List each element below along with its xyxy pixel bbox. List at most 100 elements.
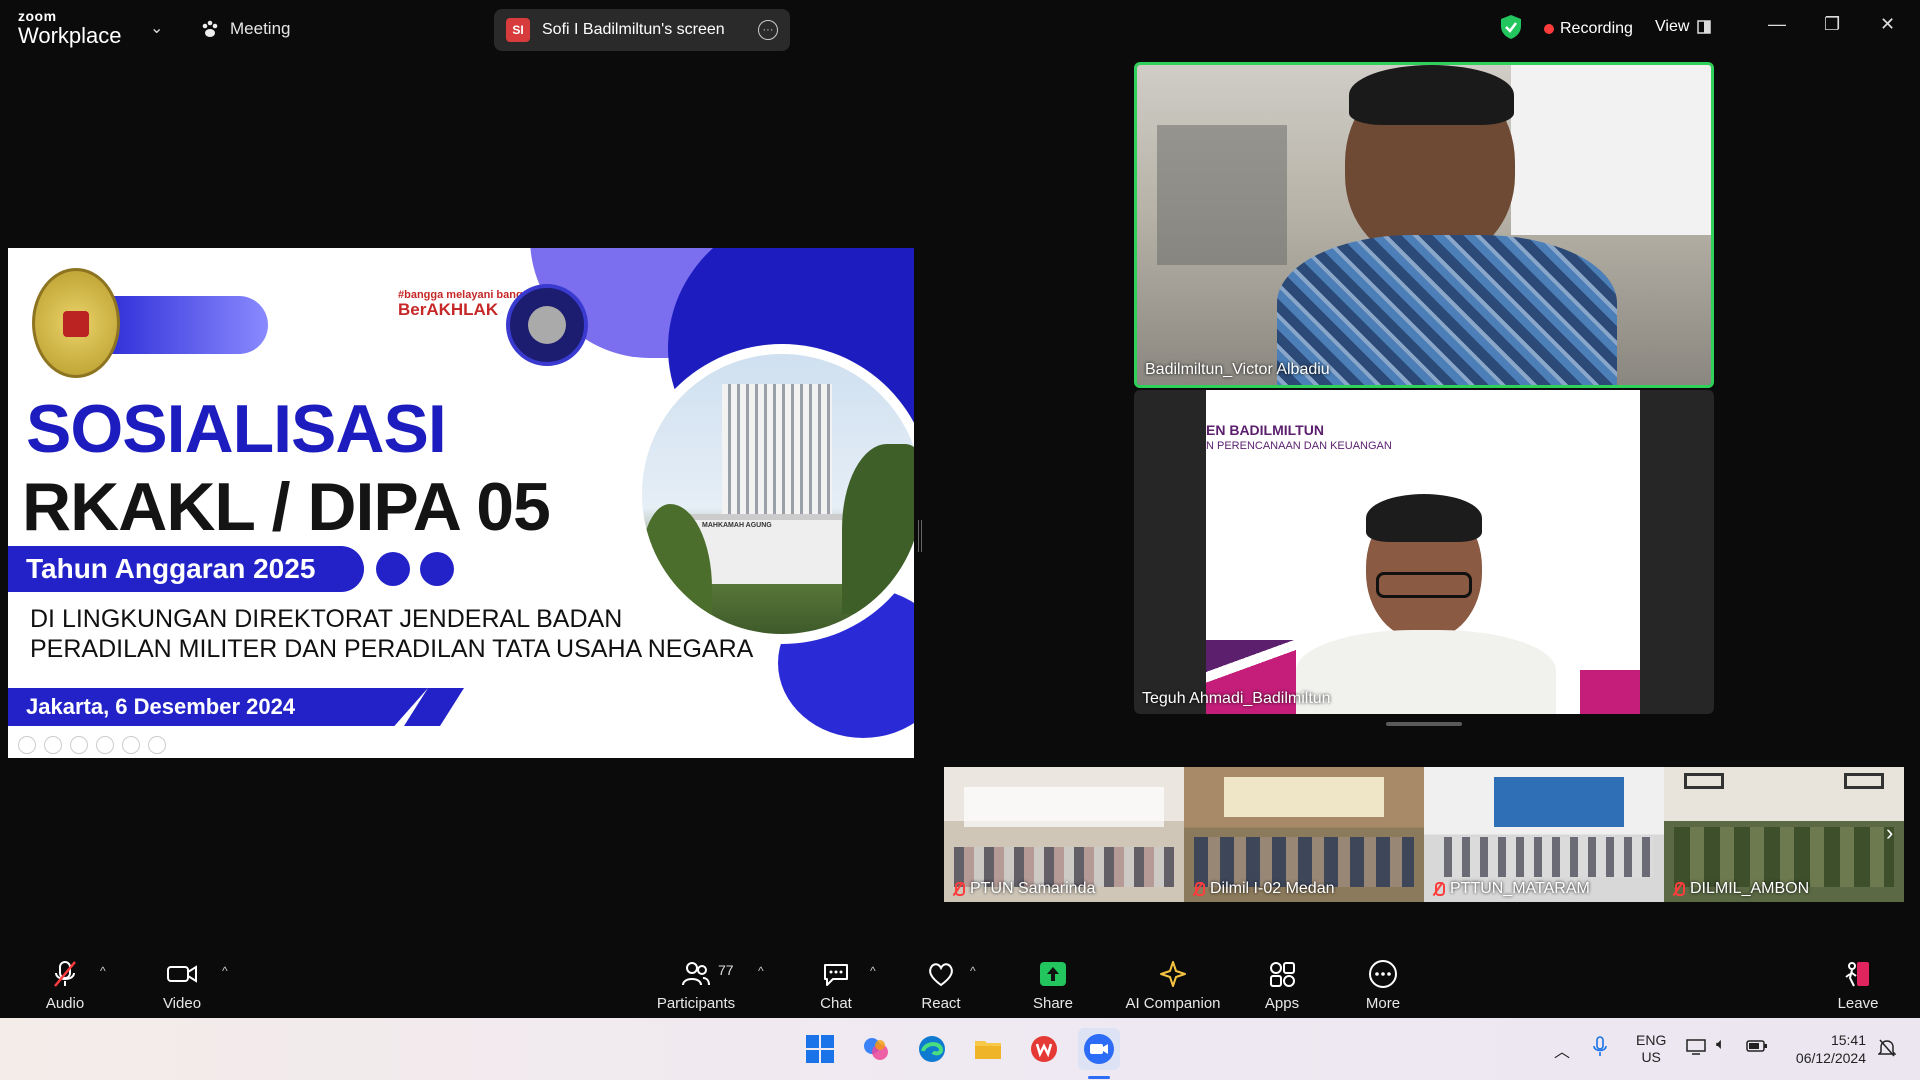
slide-date-banner: Jakarta, 6 Desember 2024	[8, 688, 428, 726]
slides-icon[interactable]	[96, 736, 114, 754]
background-text-line1: EN BADILMILTUN	[1206, 422, 1324, 438]
thumbnail-tile[interactable]: Dilmil I-02 Medan	[1184, 767, 1424, 902]
wps-office-icon[interactable]	[1026, 1031, 1062, 1067]
battery-icon[interactable]	[1746, 1038, 1768, 1057]
network-icon[interactable]	[1686, 1038, 1706, 1059]
file-explorer-icon[interactable]	[970, 1031, 1006, 1067]
more-dots-icon	[1369, 960, 1397, 988]
slide-title-line2: RKAKL / DIPA 05	[22, 469, 551, 545]
video-button[interactable]: Video	[154, 946, 210, 1018]
shared-screen-slide[interactable]: #bangga melayani bangsa BerAKHLAK MAHKAM…	[8, 248, 914, 758]
apps-label: Apps	[1264, 995, 1300, 1012]
meeting-label: Meeting	[230, 19, 291, 38]
thumbnail-name: Dilmil I-02 Medan	[1210, 880, 1335, 897]
participant-glasses	[1376, 572, 1472, 598]
thumbnail-tile[interactable]: DILMIL_AMBON	[1664, 767, 1904, 902]
speaker-hair	[1349, 65, 1514, 125]
react-button[interactable]: React	[918, 946, 964, 1018]
clock-time: 15:41	[1830, 1032, 1866, 1048]
tray-chevron-up-icon[interactable]: ︿	[1554, 1038, 1570, 1062]
close-icon[interactable]: ✕	[1880, 14, 1895, 35]
leave-button[interactable]: Leave	[1836, 946, 1880, 1018]
muted-mic-icon	[1432, 882, 1445, 896]
edge-browser-icon[interactable]	[914, 1031, 950, 1067]
split-resize-handle[interactable]	[918, 520, 922, 552]
windows-taskbar: ︿ ENG US 🔈︎ 15:41 06/12/2024	[0, 1018, 1920, 1080]
video-camera-icon	[167, 965, 197, 983]
sparkle-icon	[1160, 961, 1186, 987]
muted-mic-icon	[1192, 882, 1205, 896]
security-shield-icon[interactable]	[1500, 14, 1522, 40]
slide-subtitle: DI LINGKUNGAN DIREKTORAT JENDERAL BADAN …	[30, 604, 753, 664]
thumbnail-label: PTTUN_MATARAM	[1432, 880, 1590, 898]
language-indicator[interactable]: ENG US	[1636, 1032, 1666, 1066]
active-speaker-tile[interactable]: Badilmiltun_Victor Albadiu	[1134, 62, 1714, 388]
share-button[interactable]: Share	[1030, 946, 1076, 1018]
gallery-resize-handle[interactable]	[1386, 722, 1462, 726]
thumbnail-name: PTUN Samarinda	[970, 880, 1096, 897]
ai-companion-button[interactable]: AI Companion	[1120, 946, 1226, 1018]
participant-name-label: Teguh Ahmadi_Badilmiltun	[1142, 690, 1331, 707]
chevron-right-icon[interactable]: ›	[1886, 820, 1893, 846]
recording-indicator[interactable]: Recording	[1544, 20, 1633, 38]
title-bar: zoom Workplace ⌄ Meeting SI Sofi I Badil…	[0, 0, 1920, 56]
participants-options-caret-icon[interactable]: ^	[758, 964, 764, 978]
react-label: React	[921, 995, 961, 1012]
apps-icon	[1270, 962, 1295, 987]
chat-options-caret-icon[interactable]: ^	[870, 964, 876, 978]
active-app-indicator	[1088, 1076, 1110, 1079]
apps-button[interactable]: Apps	[1260, 946, 1304, 1018]
video-options-caret-icon[interactable]: ^	[222, 964, 228, 978]
notification-bell-icon[interactable]	[1877, 1038, 1897, 1061]
audio-options-caret-icon[interactable]: ^	[100, 964, 106, 978]
brand-bottom: Workplace	[18, 23, 122, 48]
view-button[interactable]: View	[1655, 18, 1712, 36]
more-button[interactable]: More	[1362, 946, 1404, 1018]
microphone-tray-icon[interactable]	[1592, 1036, 1608, 1061]
thumbnail-tile[interactable]: PTUN Samarinda	[944, 767, 1184, 902]
meeting-toolbar: Audio ^ Video ^ Participants 77 ^ Chat ^…	[0, 946, 1920, 1018]
zoom-icon[interactable]	[122, 736, 140, 754]
participant-hair	[1366, 494, 1482, 542]
zona-integritas-badge	[506, 284, 588, 366]
windows-start-icon[interactable]	[802, 1031, 838, 1067]
more-icon[interactable]: ···	[758, 20, 778, 40]
clock[interactable]: 15:41 06/12/2024	[1786, 1031, 1866, 1067]
thumbnail-name: DILMIL_AMBON	[1690, 880, 1810, 897]
mahkamah-agung-seal	[32, 268, 120, 378]
copilot-icon[interactable]	[858, 1031, 894, 1067]
audio-label: Audio	[45, 995, 85, 1012]
chat-bubble-icon	[824, 964, 848, 986]
thumbnail-label: DILMIL_AMBON	[1672, 880, 1809, 898]
zoom-logo[interactable]: zoom Workplace	[18, 9, 122, 47]
options-icon[interactable]	[148, 736, 166, 754]
next-slide-icon[interactable]	[44, 736, 62, 754]
brand-top: zoom	[18, 8, 57, 24]
view-label: View	[1655, 18, 1690, 35]
zoom-app-icon[interactable]	[1078, 1028, 1120, 1070]
video-label: Video	[162, 995, 202, 1012]
pen-icon[interactable]	[70, 736, 88, 754]
thumbnail-tile[interactable]: PTTUN_MATARAM	[1424, 767, 1664, 902]
chevron-down-icon[interactable]: ⌄	[150, 18, 163, 38]
volume-icon[interactable]: 🔈︎	[1716, 1036, 1726, 1054]
muted-microphone-icon	[54, 961, 76, 987]
thumbnail-name: PTTUN_MATARAM	[1450, 880, 1590, 897]
chat-label: Chat	[820, 995, 852, 1012]
minimize-icon[interactable]: —	[1768, 14, 1786, 35]
meeting-menu-button[interactable]: Meeting	[200, 16, 290, 42]
sharer-avatar: SI	[506, 18, 530, 42]
participants-label: Participants	[656, 995, 736, 1012]
restore-icon[interactable]: ❐	[1824, 14, 1840, 35]
office-window	[1511, 65, 1711, 235]
participants-button[interactable]: Participants	[654, 946, 738, 1018]
slide-nav-tools[interactable]	[18, 736, 166, 754]
screen-share-indicator[interactable]: SI Sofi I Badilmiltun's screen ···	[494, 9, 790, 51]
audio-button[interactable]: Audio	[36, 946, 94, 1018]
ai-companion-label: AI Companion	[1125, 995, 1221, 1012]
prev-slide-icon[interactable]	[18, 736, 36, 754]
participant-tile[interactable]: EN BADILMILTUN N PERENCANAAN DAN KEUANGA…	[1134, 390, 1714, 714]
heart-icon	[929, 963, 953, 987]
react-options-caret-icon[interactable]: ^	[970, 964, 976, 978]
chat-button[interactable]: Chat	[816, 946, 856, 1018]
